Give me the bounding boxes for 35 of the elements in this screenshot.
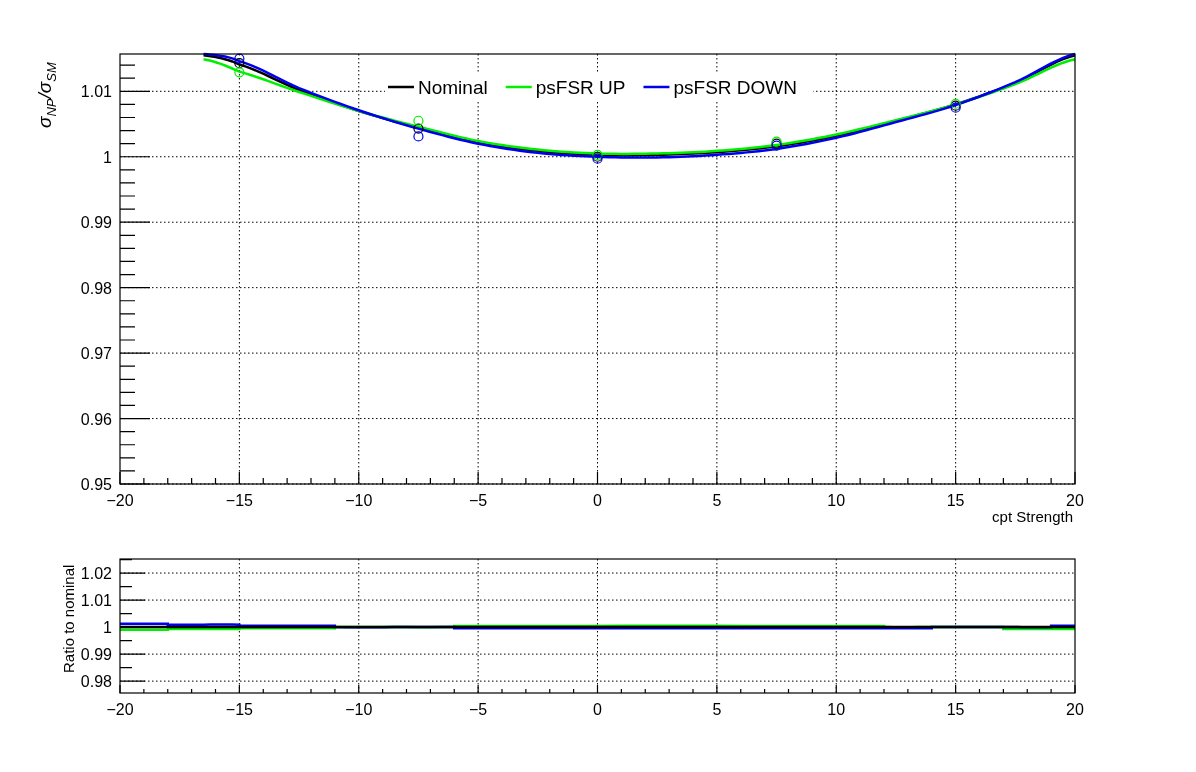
tick-label: 0.97	[80, 345, 112, 363]
tick-label: −20	[106, 701, 134, 718]
tick-label: 10	[827, 701, 846, 718]
legend-label: psFSR DOWN	[673, 77, 797, 98]
tick-label: −20	[106, 492, 134, 509]
tick-label: 20	[1066, 492, 1084, 509]
tick-label: −5	[469, 701, 488, 718]
tick-label: 0.96	[80, 410, 112, 428]
tick-label: 0.99	[80, 214, 112, 232]
tick-label: 15	[946, 701, 965, 718]
legend-label: Nominal	[418, 77, 488, 98]
tick-label: 0	[593, 492, 602, 509]
tick-label: 10	[827, 492, 846, 509]
tick-label: −10	[345, 701, 373, 718]
tick-label: 20	[1066, 701, 1084, 718]
tick-label: 1	[103, 619, 112, 637]
tick-label: 5	[712, 492, 722, 509]
axis-title: cpt Strength	[992, 508, 1073, 525]
tick-label: 0	[593, 701, 602, 718]
tick-label: 5	[712, 701, 722, 718]
legend-label: psFSR UP	[535, 77, 626, 98]
tick-label: 0.98	[80, 279, 112, 297]
tick-label: −15	[225, 492, 253, 509]
tick-label: 1.02	[80, 565, 112, 583]
tick-label: −15	[225, 701, 253, 718]
tick-label: 1.01	[80, 83, 112, 101]
tick-label: 1	[103, 148, 112, 166]
tick-label: 15	[946, 492, 965, 509]
tick-label: −10	[345, 492, 373, 509]
axis-title: Ratio to nominal	[60, 564, 77, 673]
tick-label: 0.99	[80, 646, 112, 664]
tick-label: 1.01	[80, 592, 112, 610]
tick-label: 0.98	[80, 673, 112, 691]
tick-label: 0.95	[80, 476, 112, 493]
tick-label: −5	[469, 492, 488, 509]
